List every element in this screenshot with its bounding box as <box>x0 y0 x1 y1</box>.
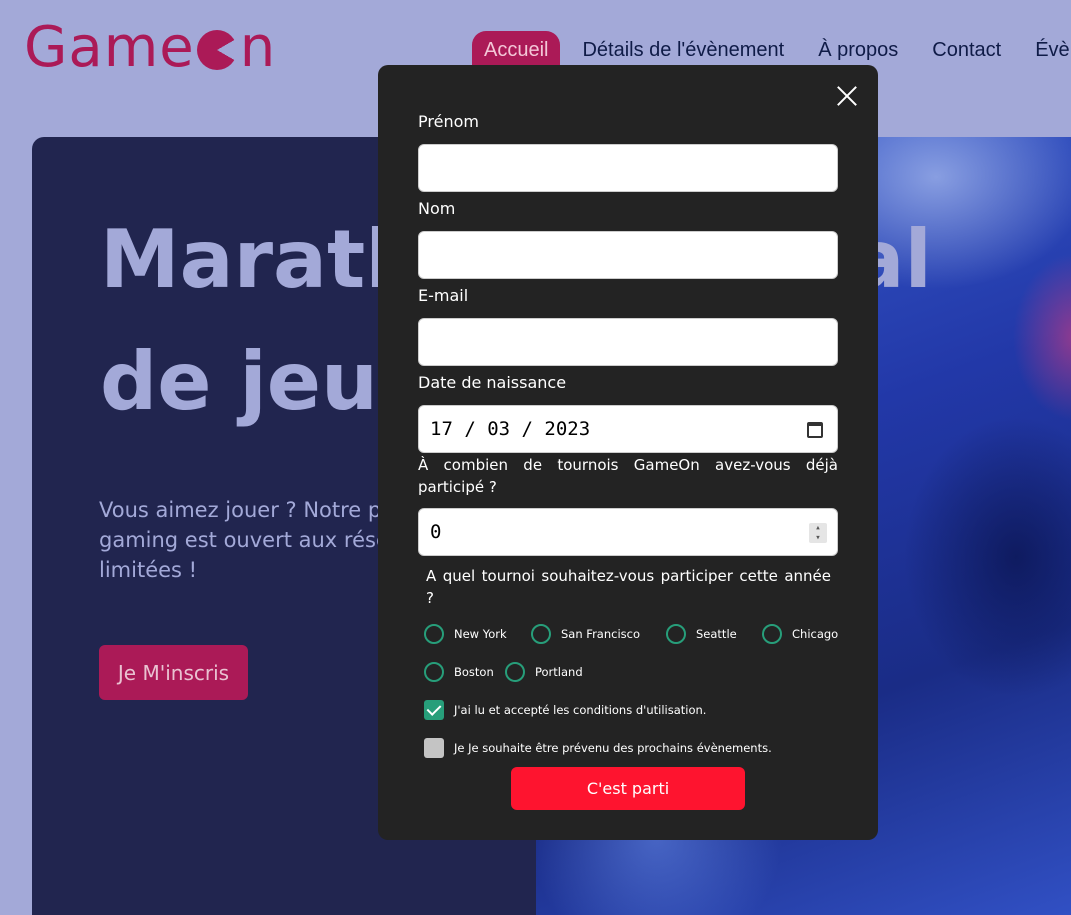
last-name-input[interactable] <box>418 231 838 279</box>
location-radio-portland[interactable]: Portland <box>505 662 583 682</box>
location-radio-seattle[interactable]: Seattle <box>666 624 737 644</box>
radio-icon <box>424 662 444 682</box>
logo-text-part1: Game <box>24 15 195 80</box>
location-label: New York <box>454 627 507 641</box>
location-radio-chicago[interactable]: Chicago <box>762 624 838 644</box>
checkbox-unchecked-icon <box>424 738 444 758</box>
radio-icon <box>666 624 686 644</box>
number-spinner-icon[interactable]: ▴ ▾ <box>809 523 827 543</box>
close-icon[interactable] <box>836 85 858 107</box>
nav-item-contact[interactable]: Contact <box>920 31 1013 70</box>
logo: Game n <box>24 18 276 78</box>
logo-text-part2: n <box>239 15 277 80</box>
email-label: E-mail <box>418 286 469 305</box>
email-input[interactable] <box>418 318 838 366</box>
location-label: Portland <box>535 665 583 679</box>
first-name-label: Prénom <box>418 112 479 131</box>
tournaments-count-label: À combien de tournois GameOn avez-vous d… <box>418 456 838 496</box>
birthdate-value: 17 / 03 / 2023 <box>430 418 591 440</box>
first-name-input[interactable] <box>418 144 838 192</box>
signup-modal: Prénom Nom E-mail Date de naissance 17 /… <box>378 65 878 840</box>
location-label: San Francisco <box>561 627 641 641</box>
tournaments-count-input[interactable]: 0 ▴ ▾ <box>418 508 838 556</box>
location-radio-san-francisco[interactable]: San Francisco <box>531 624 640 644</box>
logo-pacman-icon <box>196 30 237 70</box>
last-name-label: Nom <box>418 199 456 218</box>
location-label: Chicago <box>792 627 839 641</box>
terms-label: J'ai lu et accepté les conditions d'util… <box>454 703 707 717</box>
radio-icon <box>424 624 444 644</box>
submit-button[interactable]: C'est parti <box>511 767 745 810</box>
radio-icon <box>505 662 525 682</box>
birthdate-label: Date de naissance <box>418 373 567 392</box>
terms-checkbox[interactable]: J'ai lu et accepté les conditions d'util… <box>424 700 706 720</box>
calendar-icon[interactable] <box>807 422 823 438</box>
location-label: Boston <box>454 665 494 679</box>
nav-item-evenements[interactable]: Évè <box>1023 31 1071 70</box>
radio-icon <box>762 624 782 644</box>
signup-button[interactable]: Je M'inscris <box>99 645 248 700</box>
location-radio-boston[interactable]: Boston <box>424 662 494 682</box>
location-label: Seattle <box>696 627 737 641</box>
location-question: A quel tournoi souhaitez-vous participer… <box>426 567 831 607</box>
checkbox-checked-icon <box>424 700 444 720</box>
tournaments-count-value: 0 <box>430 521 442 543</box>
newsletter-label: Je Je souhaite être prévenu des prochain… <box>454 741 772 755</box>
birthdate-input[interactable]: 17 / 03 / 2023 <box>418 405 838 453</box>
location-radio-new-york[interactable]: New York <box>424 624 507 644</box>
radio-icon <box>531 624 551 644</box>
newsletter-checkbox[interactable]: Je Je souhaite être prévenu des prochain… <box>424 738 772 758</box>
